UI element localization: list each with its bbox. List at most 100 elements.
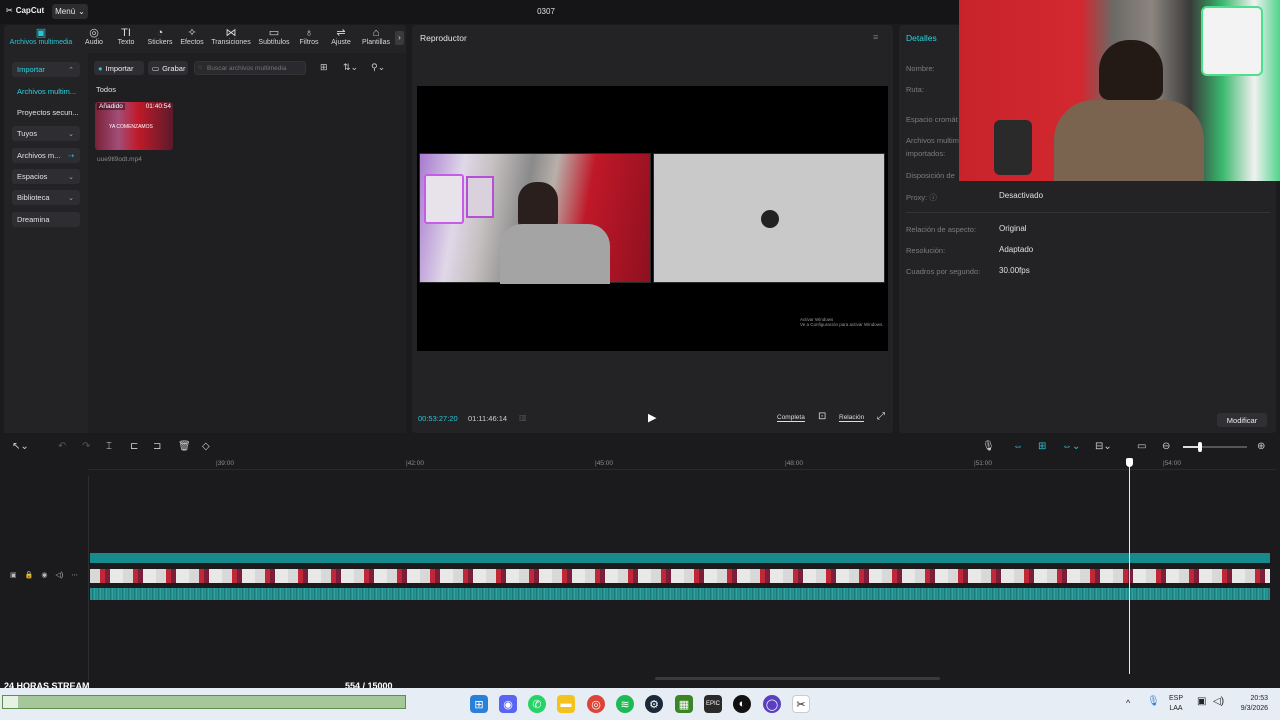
app-icon[interactable]: ◯: [763, 695, 781, 713]
obs-icon[interactable]: ◐: [733, 695, 751, 713]
display-icon[interactable]: ▣: [1197, 697, 1206, 707]
speaker-icon[interactable]: ◁): [1213, 697, 1224, 707]
chrome-icon[interactable]: ◎: [587, 695, 605, 713]
epic-games-icon[interactable]: EPIC: [704, 695, 722, 713]
timeline-ruler[interactable]: [88, 458, 1276, 470]
audio-track-clip[interactable]: [90, 588, 1270, 600]
audio-icon: ◎: [89, 27, 99, 39]
tab-stickers[interactable]: ◔ Stickers: [144, 27, 176, 46]
sidebar-item-dreamina[interactable]: Dreamina: [12, 212, 80, 227]
link-clips-icon[interactable]: ⇔: [1013, 441, 1023, 452]
detail-label-fps: Cuadros por segundo:: [906, 267, 981, 276]
proxy-value: Desactivado: [999, 191, 1044, 200]
filter-icon[interactable]: ⚲⌄: [371, 62, 385, 73]
chevron-up-icon[interactable]: ^: [1126, 698, 1130, 708]
split-icon[interactable]: ⌶: [106, 441, 112, 452]
detail-label-media: Archivos multim: [906, 136, 959, 145]
trim-right-icon[interactable]: ⊐: [153, 441, 161, 452]
sidebar-item-spaces[interactable]: Espacios ⌄: [12, 169, 80, 184]
camera-icon: ▭: [152, 63, 160, 73]
search-input[interactable]: [207, 64, 302, 72]
chevron-up-icon: ⌃: [68, 66, 74, 74]
tab-text[interactable]: TI Texto: [112, 27, 140, 46]
search-field[interactable]: ○: [194, 61, 306, 75]
tab-transitions[interactable]: ⋈ Transiciones: [209, 27, 253, 46]
tab-templates[interactable]: ⌂ Plantillas: [359, 27, 393, 46]
screenshot-icon[interactable]: ⊡: [818, 411, 826, 422]
folder-icon[interactable]: ▬: [557, 695, 575, 713]
overlay-track-clip[interactable]: [90, 553, 1270, 563]
sidebar-item-library[interactable]: Biblioteca ⌄: [12, 190, 80, 205]
volume-icon[interactable]: ◁): [55, 571, 63, 579]
tab-filters[interactable]: ♁ Filtros: [296, 27, 322, 46]
redo-icon[interactable]: ↷: [82, 441, 90, 452]
tab-adjust[interactable]: ⇌ Ajuste: [327, 27, 355, 46]
fullscreen-quality-button[interactable]: Completa: [777, 414, 805, 422]
select-tool-icon[interactable]: ↖⌄: [12, 441, 29, 452]
discord-icon[interactable]: ◉: [499, 695, 517, 713]
zoom-out-icon[interactable]: ⊖: [1162, 441, 1170, 452]
play-icon[interactable]: ▶: [648, 411, 656, 424]
sidebar-item-subprojects[interactable]: Proyectos secun...: [12, 105, 80, 120]
language-indicator[interactable]: ESP LAA: [1166, 694, 1186, 714]
eye-icon[interactable]: ◉: [41, 571, 47, 579]
steam-icon[interactable]: ⚙: [645, 695, 663, 713]
capcut-taskbar-icon[interactable]: ✂: [792, 695, 810, 713]
tab-media[interactable]: ▣ Archivos multimedia: [8, 27, 74, 46]
main-video-track-clip[interactable]: [90, 569, 1270, 583]
aspect-value: Original: [999, 224, 1027, 233]
filter-all-label[interactable]: Todos: [96, 85, 116, 94]
microphone-icon[interactable]: 🎙: [982, 441, 995, 452]
more-icon[interactable]: ⋯: [71, 571, 78, 579]
tab-subtitles[interactable]: ▭ Subtítulos: [255, 27, 293, 46]
aspect-ratio-button[interactable]: Relación: [839, 414, 865, 422]
divider: [906, 212, 1270, 213]
tab-audio[interactable]: ◎ Audio: [80, 27, 108, 46]
timeline-view-icon[interactable]: ▥: [519, 413, 527, 422]
zoom-in-icon[interactable]: ⊕: [1257, 441, 1265, 452]
sidebar-item-media[interactable]: Archivos multim...: [12, 84, 80, 99]
record-button[interactable]: ▭ Grabar: [148, 61, 188, 75]
clock[interactable]: 20:53 9/3/2026: [1230, 694, 1268, 714]
track-cover-icon[interactable]: ▣: [10, 571, 17, 579]
spotify-icon[interactable]: ≋: [616, 695, 634, 713]
preview-axis-icon[interactable]: ⊟⌄: [1095, 441, 1112, 452]
delete-icon[interactable]: 🗑: [178, 441, 191, 452]
sidebar-item-import[interactable]: Importar ⌃: [12, 62, 80, 77]
ruler-label: |48:00: [785, 460, 803, 467]
track-controls: ▣ 🔒 ◉ ◁) ⋯: [10, 571, 78, 579]
whatsapp-icon[interactable]: ✆: [528, 695, 546, 713]
snap-icon[interactable]: ⇔⌄: [1062, 441, 1080, 452]
caption-icon[interactable]: ▭: [1137, 441, 1146, 452]
tab-effects[interactable]: ✧ Efectos: [178, 27, 206, 46]
marker-icon[interactable]: ◇: [202, 441, 210, 452]
ruler-label: |51:00: [974, 460, 992, 467]
playhead-line[interactable]: [1129, 460, 1130, 674]
lock-icon[interactable]: 🔒: [25, 571, 34, 579]
sidebar-item-yours[interactable]: Tuyos ⌄: [12, 126, 80, 141]
zoom-slider[interactable]: [1183, 442, 1247, 452]
tools-scroll-right-icon[interactable]: ›: [395, 31, 404, 45]
chevron-down-icon: ⌄: [68, 173, 74, 181]
modify-button[interactable]: Modificar: [1217, 413, 1267, 427]
windows-start-icon[interactable]: ⊞: [470, 695, 488, 713]
mic-tray-icon[interactable]: 🎙: [1147, 697, 1160, 707]
grid-view-icon[interactable]: ⊞: [320, 62, 328, 73]
undo-icon[interactable]: ↶: [58, 441, 66, 452]
playhead-handle[interactable]: [1126, 458, 1133, 467]
sort-icon[interactable]: ⇅⌄: [343, 62, 358, 73]
magnet-icon[interactable]: ⊞: [1038, 441, 1046, 452]
expand-icon[interactable]: ⤢: [877, 411, 885, 422]
detail-label-path: Ruta:: [906, 85, 924, 94]
timeline-scrollbar[interactable]: [655, 677, 940, 680]
minecraft-icon[interactable]: ▦: [675, 695, 693, 713]
poster-shape: [466, 176, 494, 218]
trim-left-icon[interactable]: ⊏: [130, 441, 138, 452]
chevron-down-icon: ⌄: [68, 130, 74, 138]
sidebar-item-media-2[interactable]: Archivos m... ⇢: [12, 148, 80, 163]
media-clip-thumbnail[interactable]: Añadido 01:40:54 YA COMENZAMOS: [95, 102, 173, 150]
hamburger-icon[interactable]: ≡: [873, 32, 878, 42]
zoom-slider-handle[interactable]: [1198, 442, 1202, 452]
import-button[interactable]: ● Importar: [94, 61, 144, 75]
clip-duration: 01:40:54: [145, 103, 171, 110]
